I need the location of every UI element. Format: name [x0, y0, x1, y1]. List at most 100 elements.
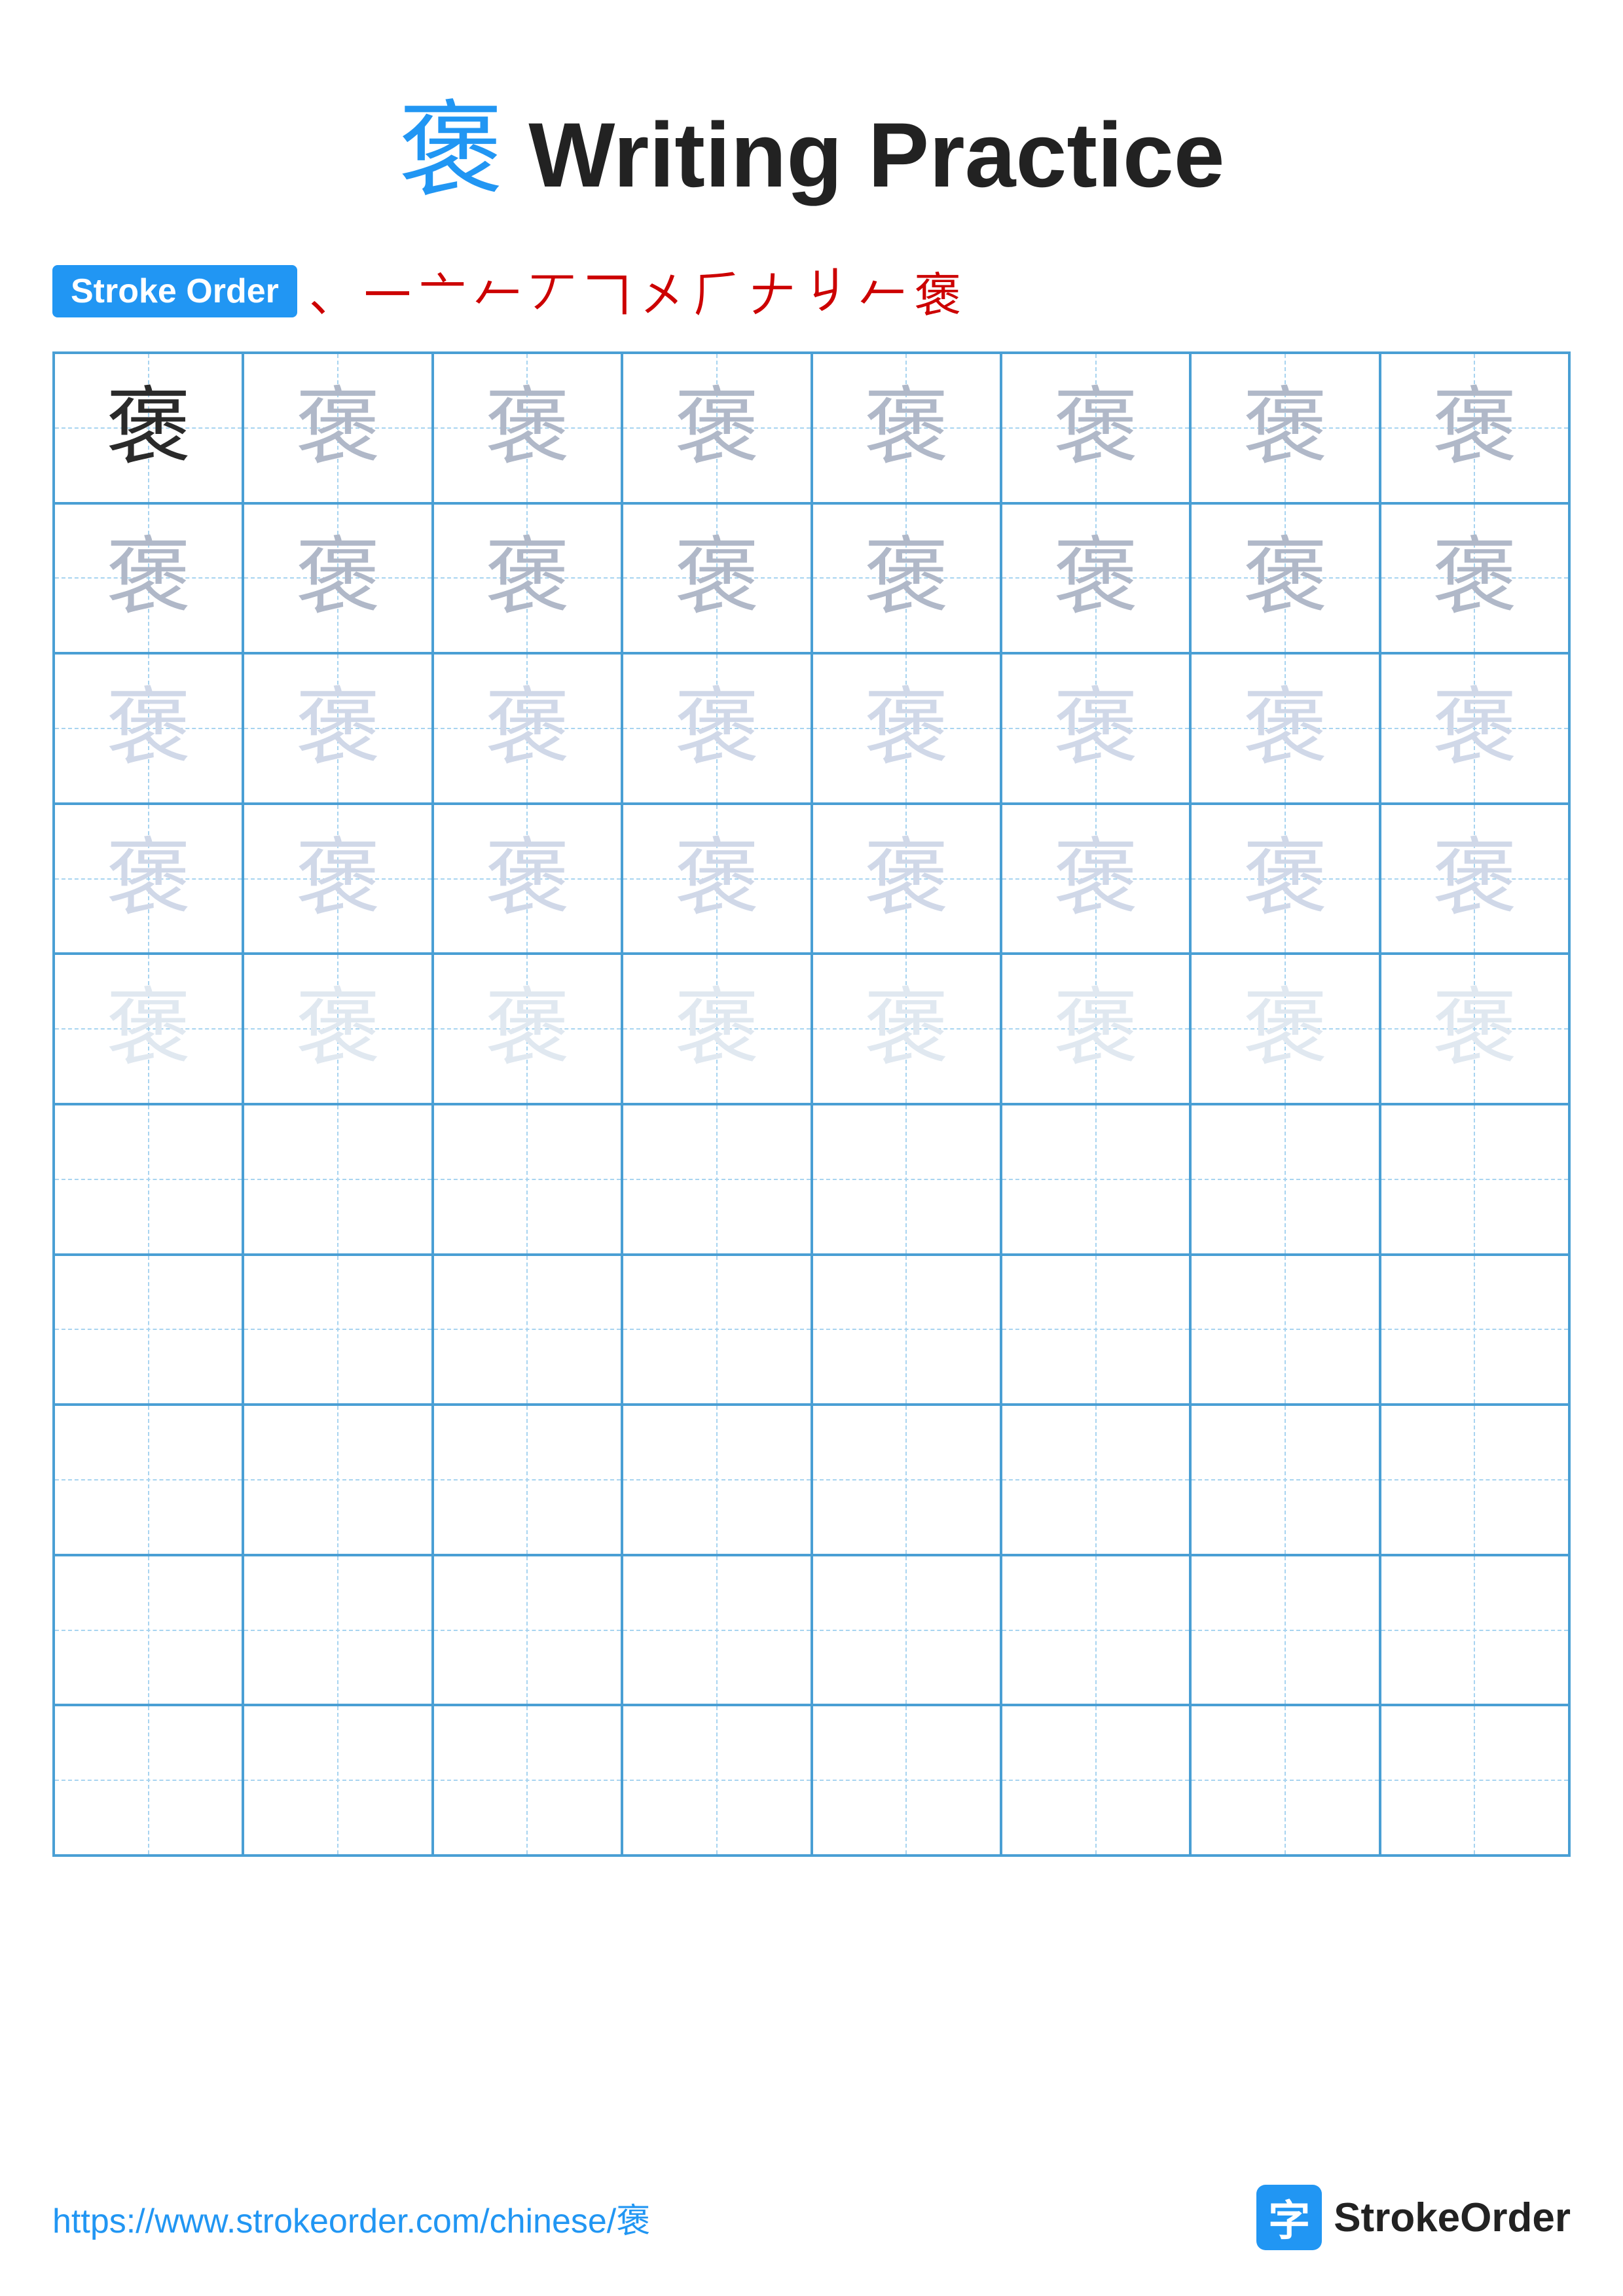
grid-cell[interactable]: 褒: [1001, 954, 1190, 1104]
grid-cell[interactable]: [1380, 1705, 1569, 1856]
grid-cell[interactable]: 褒: [812, 353, 1001, 503]
grid-cell[interactable]: [1190, 1405, 1379, 1555]
cell-character: 褒: [106, 686, 191, 771]
grid-cell[interactable]: [1380, 1104, 1569, 1255]
cell-character: 褒: [295, 535, 380, 620]
grid-cell[interactable]: [54, 1555, 243, 1706]
grid-cell[interactable]: 褒: [622, 954, 811, 1104]
grid-cell[interactable]: 褒: [1001, 353, 1190, 503]
cell-character: 褒: [484, 386, 570, 471]
grid-cell[interactable]: 褒: [433, 804, 622, 954]
grid-cell[interactable]: 褒: [1001, 653, 1190, 804]
grid-cell[interactable]: 褒: [433, 353, 622, 503]
grid-cell[interactable]: [433, 1104, 622, 1255]
grid-cell[interactable]: [243, 1705, 432, 1856]
cell-character: 褒: [1243, 836, 1328, 922]
grid-cell[interactable]: [1380, 1555, 1569, 1706]
grid-cell[interactable]: 褒: [54, 353, 243, 503]
grid-cell[interactable]: 褒: [1380, 804, 1569, 954]
grid-cell[interactable]: [1190, 1104, 1379, 1255]
grid-cell[interactable]: [622, 1705, 811, 1856]
grid-cell[interactable]: [54, 1255, 243, 1405]
cell-character: 褒: [864, 386, 949, 471]
grid-cell[interactable]: 褒: [1380, 503, 1569, 654]
grid-cell[interactable]: 褒: [433, 954, 622, 1104]
grid-cell[interactable]: [622, 1405, 811, 1555]
grid-cell[interactable]: 褒: [54, 954, 243, 1104]
grid-cell[interactable]: 褒: [1001, 804, 1190, 954]
grid-cell[interactable]: [1380, 1405, 1569, 1555]
cell-character: 褒: [1053, 836, 1139, 922]
grid-cell[interactable]: 褒: [622, 653, 811, 804]
grid-cell[interactable]: [622, 1255, 811, 1405]
grid-cell[interactable]: [54, 1405, 243, 1555]
grid-cell[interactable]: 褒: [243, 503, 432, 654]
grid-cell[interactable]: [54, 1705, 243, 1856]
grid-cell[interactable]: 褒: [1190, 503, 1379, 654]
grid-cell[interactable]: [812, 1255, 1001, 1405]
grid-cell[interactable]: [433, 1405, 622, 1555]
cell-character: 褒: [106, 986, 191, 1071]
grid-cell[interactable]: 褒: [812, 804, 1001, 954]
grid-cell[interactable]: [812, 1104, 1001, 1255]
grid-cell[interactable]: 褒: [812, 954, 1001, 1104]
grid-cell[interactable]: [433, 1555, 622, 1706]
cell-character: 褒: [1243, 686, 1328, 771]
grid-cell[interactable]: [1001, 1255, 1190, 1405]
grid-cell[interactable]: 褒: [812, 503, 1001, 654]
footer-url[interactable]: https://www.strokeorder.com/chinese/褒: [52, 2193, 650, 2242]
grid-cell[interactable]: [812, 1555, 1001, 1706]
grid-cell[interactable]: 褒: [622, 503, 811, 654]
grid-cell[interactable]: [622, 1555, 811, 1706]
grid-cell[interactable]: [1190, 1705, 1379, 1856]
grid-cell[interactable]: 褒: [243, 653, 432, 804]
grid-cell[interactable]: 褒: [1190, 653, 1379, 804]
stroke-5: 丆: [529, 257, 576, 325]
grid-cell[interactable]: [54, 1104, 243, 1255]
grid-cell[interactable]: [433, 1255, 622, 1405]
grid-cell[interactable]: [1190, 1255, 1379, 1405]
grid-cell[interactable]: 褒: [1190, 954, 1379, 1104]
grid-cell[interactable]: 褒: [1380, 653, 1569, 804]
stroke-7: 㐅: [639, 257, 686, 325]
grid-cell[interactable]: 褒: [1380, 353, 1569, 503]
grid-cell[interactable]: [433, 1705, 622, 1856]
grid-cell[interactable]: 褒: [622, 353, 811, 503]
grid-cell[interactable]: [812, 1405, 1001, 1555]
grid-cell[interactable]: [622, 1104, 811, 1255]
grid-cell[interactable]: 褒: [433, 503, 622, 654]
grid-cell[interactable]: 褒: [243, 353, 432, 503]
grid-cell[interactable]: [1001, 1555, 1190, 1706]
grid-cell[interactable]: 褒: [1190, 353, 1379, 503]
grid-cell[interactable]: 褒: [1190, 804, 1379, 954]
page: 褒 Writing Practice Stroke Order 、 一 亠 𠂉 …: [0, 0, 1623, 2296]
grid-cell[interactable]: [1001, 1405, 1190, 1555]
grid-cell[interactable]: 褒: [812, 653, 1001, 804]
grid-cell[interactable]: [243, 1555, 432, 1706]
grid-cell[interactable]: 褒: [54, 804, 243, 954]
stroke-1: 、: [309, 257, 356, 325]
grid-cell[interactable]: 褒: [243, 804, 432, 954]
grid-cell[interactable]: [812, 1705, 1001, 1856]
footer: https://www.strokeorder.com/chinese/褒 字 …: [52, 2185, 1571, 2250]
title-text: Writing Practice: [503, 103, 1224, 206]
grid-cell[interactable]: [1001, 1705, 1190, 1856]
grid-cell[interactable]: 褒: [1001, 503, 1190, 654]
cell-character: 褒: [1432, 386, 1517, 471]
cell-character: 褒: [674, 836, 759, 922]
cell-character: 褒: [674, 386, 759, 471]
cell-character: 褒: [1053, 535, 1139, 620]
grid-cell[interactable]: 褒: [1380, 954, 1569, 1104]
grid-cell[interactable]: [1001, 1104, 1190, 1255]
grid-cell[interactable]: 褒: [622, 804, 811, 954]
grid-cell[interactable]: 褒: [54, 503, 243, 654]
grid-cell[interactable]: [1380, 1255, 1569, 1405]
grid-cell[interactable]: [243, 1405, 432, 1555]
cell-character: 褒: [864, 535, 949, 620]
grid-cell[interactable]: 褒: [243, 954, 432, 1104]
grid-cell[interactable]: [243, 1104, 432, 1255]
grid-cell[interactable]: 褒: [433, 653, 622, 804]
grid-cell[interactable]: [1190, 1555, 1379, 1706]
grid-cell[interactable]: [243, 1255, 432, 1405]
grid-cell[interactable]: 褒: [54, 653, 243, 804]
